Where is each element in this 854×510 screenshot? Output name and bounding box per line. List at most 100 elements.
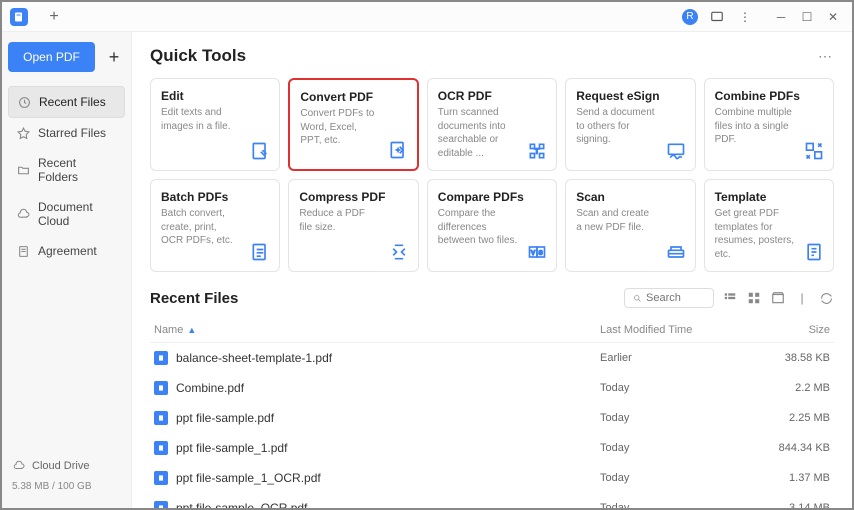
table-header: Name▲ Last Modified Time Size	[150, 318, 834, 343]
file-name: ppt file-sample_OCR.pdf	[176, 501, 600, 508]
file-name: ppt file-sample_1.pdf	[176, 441, 600, 455]
sidebar-item-label: Recent Files	[39, 95, 106, 109]
pdf-file-icon	[154, 441, 168, 455]
tool-icon	[249, 241, 271, 263]
tool-card-request-esign[interactable]: Request eSignSend a document to others f…	[565, 78, 695, 171]
star-icon	[16, 126, 30, 140]
close-button[interactable]: ✕	[822, 6, 844, 28]
column-modified[interactable]: Last Modified Time	[600, 324, 760, 336]
tool-icon	[803, 241, 825, 263]
cloud-usage: 5.38 MB / 100 GB	[12, 481, 121, 492]
file-modified: Today	[600, 502, 760, 508]
tool-card-scan[interactable]: Scan Scan and create a new PDF file.	[565, 179, 695, 272]
cloud-drive[interactable]: Cloud Drive	[12, 459, 121, 473]
file-name: Combine.pdf	[176, 381, 600, 395]
tool-title: Edit	[161, 89, 269, 103]
file-modified: Earlier	[600, 352, 760, 364]
maximize-button[interactable]: ☐	[796, 6, 818, 28]
quick-tools-more-icon[interactable]: ⋯	[818, 48, 834, 65]
chat-icon[interactable]	[708, 8, 726, 26]
tool-icon	[665, 140, 687, 162]
open-pdf-button[interactable]: Open PDF	[8, 42, 95, 72]
sidebar-item-label: Recent Folders	[38, 156, 117, 184]
file-size: 38.58 KB	[760, 352, 830, 364]
pdf-file-icon	[154, 501, 168, 508]
new-tab-button[interactable]: +	[44, 7, 64, 27]
file-size: 2.2 MB	[760, 382, 830, 394]
pdf-file-icon	[154, 351, 168, 365]
tool-title: Scan	[576, 190, 684, 204]
pdf-file-icon	[154, 411, 168, 425]
file-modified: Today	[600, 412, 760, 424]
tool-icon	[387, 139, 409, 161]
tool-card-compare-pdfs[interactable]: Compare PDFsCompare the differences betw…	[427, 179, 557, 272]
tool-icon: T	[526, 140, 548, 162]
file-size: 1.37 MB	[760, 472, 830, 484]
tool-title: Compare PDFs	[438, 190, 546, 204]
sidebar: Open PDF + Recent Files Starred Files Re…	[2, 32, 132, 508]
sidebar-item-starred-files[interactable]: Starred Files	[8, 118, 125, 148]
search-box[interactable]	[624, 288, 714, 308]
tool-title: Compress PDF	[299, 190, 407, 204]
file-size: 844.34 KB	[760, 442, 830, 454]
tool-title: Combine PDFs	[715, 89, 823, 103]
tool-card-edit[interactable]: Edit Edit texts and images in a file.	[150, 78, 280, 171]
cloud-icon	[16, 207, 30, 221]
new-file-button[interactable]: +	[103, 46, 125, 68]
svg-text:V: V	[531, 251, 535, 257]
sidebar-item-label: Starred Files	[38, 126, 106, 140]
list-view-icon[interactable]	[722, 290, 738, 306]
tool-icon	[249, 140, 271, 162]
tool-card-batch-pdfs[interactable]: Batch PDFsBatch convert, create, print, …	[150, 179, 280, 272]
tool-desc: Edit texts and images in a file.	[161, 106, 269, 133]
main-content: Quick Tools ⋯ Edit Edit texts and images …	[132, 32, 852, 508]
tool-title: Request eSign	[576, 89, 684, 103]
quick-tools-title: Quick Tools	[150, 46, 246, 66]
cloud-drive-label: Cloud Drive	[32, 460, 89, 472]
tool-icon: VS	[526, 241, 548, 263]
tool-icon	[388, 241, 410, 263]
column-size[interactable]: Size	[760, 324, 830, 336]
tool-desc: Reduce a PDF file size.	[299, 207, 407, 234]
tool-card-convert-pdf[interactable]: Convert PDFConvert PDFs to Word, Excel, …	[288, 78, 418, 171]
tool-card-combine-pdfs[interactable]: Combine PDFsCombine multiple files into …	[704, 78, 834, 171]
file-size: 3.14 MB	[760, 502, 830, 508]
doc-icon	[16, 244, 30, 258]
tool-desc: Scan and create a new PDF file.	[576, 207, 684, 234]
user-avatar[interactable]: R	[682, 9, 698, 25]
archive-icon[interactable]	[770, 290, 786, 306]
tool-card-template[interactable]: TemplateGet great PDF templates for resu…	[704, 179, 834, 272]
file-row[interactable]: ppt file-sample.pdfToday2.25 MB	[150, 403, 834, 433]
column-name[interactable]: Name▲	[154, 324, 600, 336]
tool-title: Convert PDF	[300, 90, 406, 104]
tool-card-compress-pdf[interactable]: Compress PDF Reduce a PDF file size.	[288, 179, 418, 272]
sidebar-item-recent-files[interactable]: Recent Files	[8, 86, 125, 118]
sidebar-item-recent-folders[interactable]: Recent Folders	[8, 148, 125, 192]
tool-card-ocr-pdf[interactable]: OCR PDFTurn scanned documents into searc…	[427, 78, 557, 171]
sidebar-item-agreement[interactable]: Agreement	[8, 236, 125, 266]
folder-icon	[16, 163, 30, 177]
search-input[interactable]	[646, 292, 705, 304]
tool-title: Template	[715, 190, 823, 204]
file-row[interactable]: Combine.pdfToday2.2 MB	[150, 373, 834, 403]
file-row[interactable]: ppt file-sample_OCR.pdfToday3.14 MB	[150, 493, 834, 508]
minimize-button[interactable]: ─	[770, 6, 792, 28]
app-logo	[10, 8, 28, 26]
file-size: 2.25 MB	[760, 412, 830, 424]
grid-view-icon[interactable]	[746, 290, 762, 306]
tool-title: Batch PDFs	[161, 190, 269, 204]
file-name: ppt file-sample.pdf	[176, 411, 600, 425]
pdf-file-icon	[154, 471, 168, 485]
sidebar-item-document-cloud[interactable]: Document Cloud	[8, 192, 125, 236]
file-modified: Today	[600, 472, 760, 484]
file-modified: Today	[600, 442, 760, 454]
file-row[interactable]: ppt file-sample_1_OCR.pdfToday1.37 MB	[150, 463, 834, 493]
cloud-icon	[12, 459, 26, 473]
sort-asc-icon: ▲	[187, 325, 196, 335]
tool-title: OCR PDF	[438, 89, 546, 103]
file-row[interactable]: ppt file-sample_1.pdfToday844.34 KB	[150, 433, 834, 463]
refresh-icon[interactable]	[818, 290, 834, 306]
file-row[interactable]: balance-sheet-template-1.pdfEarlier38.58…	[150, 343, 834, 373]
svg-text:T: T	[535, 147, 540, 156]
kebab-menu-icon[interactable]: ⋮	[736, 8, 754, 26]
